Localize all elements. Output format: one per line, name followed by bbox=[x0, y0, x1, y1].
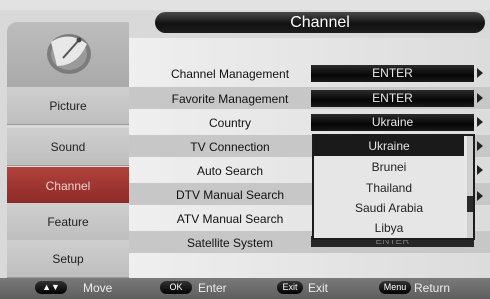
row-channel-management[interactable]: Channel Management bbox=[155, 63, 305, 85]
top-frame bbox=[0, 0, 490, 10]
chevron-right-icon bbox=[477, 165, 483, 175]
row-favorite-management[interactable]: Favorite Management bbox=[155, 88, 305, 110]
enter-hint: Enter bbox=[198, 281, 227, 295]
favorite-management-value[interactable]: ENTER bbox=[311, 90, 474, 107]
exit-key-icon: Exit bbox=[277, 281, 303, 294]
sidebar-item-sound[interactable]: Sound bbox=[7, 128, 129, 166]
chevron-right-icon bbox=[477, 68, 483, 78]
dropdown-scroll-thumb[interactable] bbox=[467, 196, 473, 212]
dropdown-option[interactable]: Saudi Arabia bbox=[314, 198, 464, 218]
row-country[interactable]: Country bbox=[155, 112, 305, 134]
ok-key-icon: OK bbox=[160, 281, 192, 294]
up-down-key-icon: ▲▼ bbox=[35, 281, 67, 294]
country-value[interactable]: Ukraine bbox=[311, 114, 474, 131]
menu-key-icon: Menu bbox=[379, 281, 411, 294]
satellite-dish-icon bbox=[47, 34, 91, 74]
row-auto-search[interactable]: Auto Search bbox=[155, 160, 305, 182]
page-title: Channel bbox=[155, 12, 485, 33]
row-satellite-system[interactable]: Satellite System bbox=[155, 232, 305, 254]
menu-icon-tile bbox=[7, 22, 129, 87]
move-hint: Move bbox=[83, 281, 113, 295]
sidebar-item-picture[interactable]: Picture bbox=[7, 87, 129, 125]
chevron-right-icon bbox=[477, 117, 483, 127]
row-atv-manual-search[interactable]: ATV Manual Search bbox=[155, 208, 305, 230]
sidebar-item-feature[interactable]: Feature bbox=[7, 203, 129, 241]
exit-hint: Exit bbox=[308, 281, 329, 295]
row-tv-connection[interactable]: TV Connection bbox=[155, 136, 305, 158]
chevron-right-icon bbox=[477, 93, 483, 103]
chevron-right-icon bbox=[477, 141, 483, 151]
dropdown-option[interactable]: Libya bbox=[314, 218, 464, 238]
dropdown-option-selected[interactable]: Ukraine bbox=[314, 136, 464, 156]
row-dtv-manual-search[interactable]: DTV Manual Search bbox=[155, 184, 305, 206]
channel-management-value[interactable]: ENTER bbox=[311, 65, 474, 82]
chevron-right-icon bbox=[477, 191, 483, 201]
dropdown-option[interactable]: Thailand bbox=[314, 178, 464, 198]
sidebar-item-setup[interactable]: Setup bbox=[7, 240, 129, 278]
return-hint: Return bbox=[414, 281, 451, 295]
dropdown-option[interactable]: Brunei bbox=[314, 157, 464, 177]
dropdown-scrollbar[interactable] bbox=[467, 136, 473, 238]
sidebar-item-channel[interactable]: Channel bbox=[7, 167, 129, 205]
